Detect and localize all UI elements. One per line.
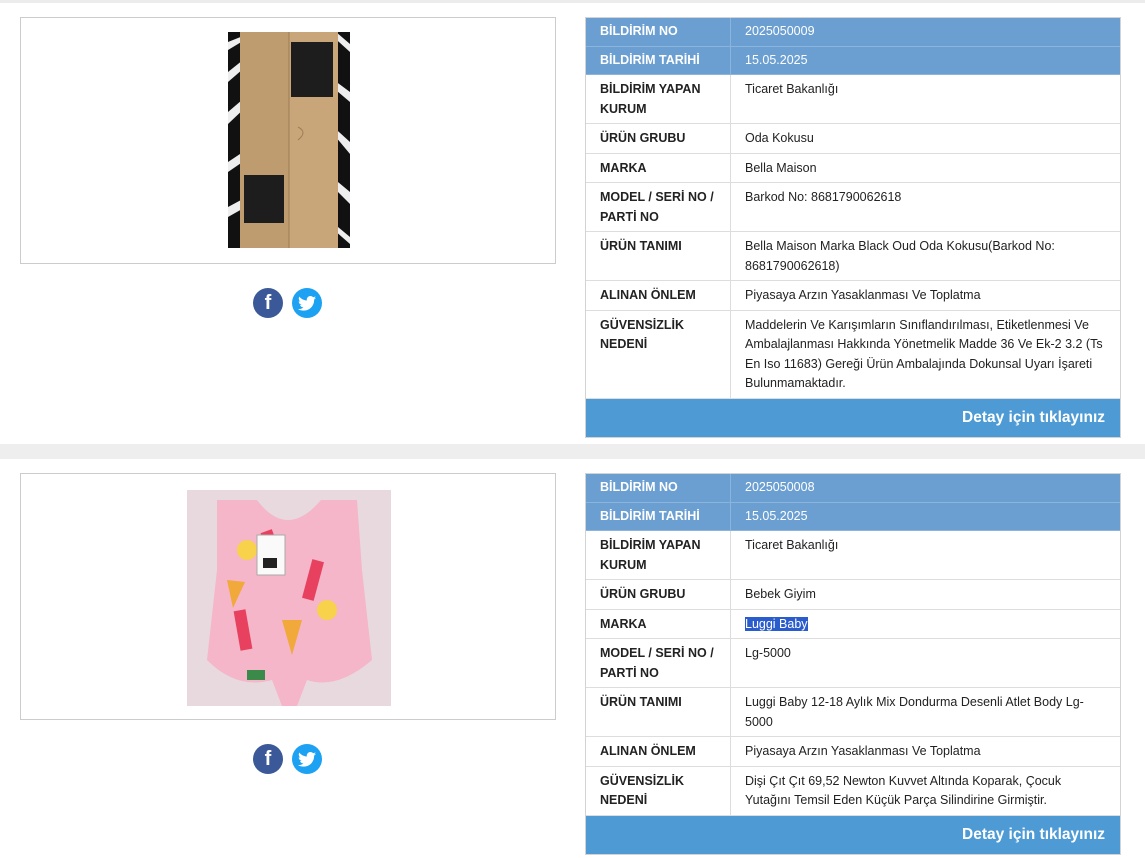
field-label: BİLDİRİM TARİHİ [586,46,731,75]
field-label: BİLDİRİM YAPAN KURUM [586,530,731,580]
facebook-icon[interactable]: f [253,288,283,318]
field-value: Oda Kokusu [730,123,1120,154]
field-label: MODEL / SERİ NO / PARTİ NO [586,182,731,232]
notification-info-table: BİLDİRİM NO 2025050009 BİLDİRİM TARİHİ 1… [585,17,1121,438]
row-model-serial: MODEL / SERİ NO / PARTİ NO Barkod No: 86… [586,182,1120,232]
row-brand: MARKA Luggi Baby [586,609,1120,639]
field-value: Ticaret Bakanlığı [730,530,1120,580]
product-image-frame[interactable] [20,17,556,264]
field-value: 15.05.2025 [730,46,1120,75]
field-label: BİLDİRİM NO [586,18,731,47]
row-notification-no: BİLDİRİM NO 2025050008 [586,474,1120,503]
row-unsafety-reason: GÜVENSİZLİK NEDENİ Dişi Çıt Çıt 69,52 Ne… [586,766,1120,816]
field-value: Bella Maison Marka Black Oud Oda Kokusu(… [730,231,1120,281]
product-photo-box[interactable] [21,18,555,263]
row-reporting-institution: BİLDİRİM YAPAN KURUM Ticaret Bakanlığı [586,74,1120,124]
field-value: Barkod No: 8681790062618 [730,182,1120,232]
row-notification-date: BİLDİRİM TARİHİ 15.05.2025 [586,46,1120,75]
field-value: Piyasaya Arzın Yasaklanması Ve Toplatma [730,280,1120,311]
field-value: 2025050009 [730,18,1120,47]
field-label: MARKA [586,153,731,183]
field-value: Luggi Baby [730,609,1120,639]
field-label: GÜVENSİZLİK NEDENİ [586,310,731,399]
row-product-description: ÜRÜN TANIMI Bella Maison Marka Black Oud… [586,231,1120,281]
selected-text[interactable]: Luggi Baby [745,616,808,631]
twitter-icon[interactable] [292,744,322,774]
card-separator [0,444,1145,459]
row-brand: MARKA Bella Maison [586,153,1120,183]
field-value: 15.05.2025 [730,502,1120,531]
share-buttons: f [253,744,325,776]
field-value: Luggi Baby 12-18 Aylık Mix Dondurma Dese… [730,687,1120,737]
field-label: ALINAN ÖNLEM [586,280,731,311]
field-value: Bella Maison [730,153,1120,183]
product-photo-bodysuit[interactable] [21,474,555,719]
field-value: Lg-5000 [730,638,1120,688]
field-value: Piyasaya Arzın Yasaklanması Ve Toplatma [730,736,1120,767]
field-label: BİLDİRİM TARİHİ [586,502,731,531]
row-reporting-institution: BİLDİRİM YAPAN KURUM Ticaret Bakanlığı [586,530,1120,580]
product-image-frame[interactable] [20,473,556,720]
field-value: Dişi Çıt Çıt 69,52 Newton Kuvvet Altında… [730,766,1120,816]
row-product-group: ÜRÜN GRUBU Oda Kokusu [586,123,1120,154]
row-measure-taken: ALINAN ÖNLEM Piyasaya Arzın Yasaklanması… [586,280,1120,311]
field-label: ÜRÜN GRUBU [586,123,731,154]
field-label: MODEL / SERİ NO / PARTİ NO [586,638,731,688]
detail-link[interactable]: Detay için tıklayınız [586,398,1120,437]
notification-card-1: f BİLDİRİM NO 2025050009 BİLDİRİM TARİHİ… [0,0,1145,444]
row-unsafety-reason: GÜVENSİZLİK NEDENİ Maddelerin Ve Karışım… [586,310,1120,399]
field-label: GÜVENSİZLİK NEDENİ [586,766,731,816]
row-notification-no: BİLDİRİM NO 2025050009 [586,18,1120,47]
field-value: 2025050008 [730,474,1120,503]
detail-link[interactable]: Detay için tıklayınız [586,815,1120,854]
field-label: ÜRÜN GRUBU [586,579,731,610]
field-value: Bebek Giyim [730,579,1120,610]
facebook-icon[interactable]: f [253,744,283,774]
row-measure-taken: ALINAN ÖNLEM Piyasaya Arzın Yasaklanması… [586,736,1120,767]
field-label: BİLDİRİM YAPAN KURUM [586,74,731,124]
twitter-icon[interactable] [292,288,322,318]
notification-card-2: f BİLDİRİM NO 2025050008 BİLDİRİM TARİHİ… [0,459,1145,858]
field-label: MARKA [586,609,731,639]
field-label: BİLDİRİM NO [586,474,731,503]
row-model-serial: MODEL / SERİ NO / PARTİ NO Lg-5000 [586,638,1120,688]
row-notification-date: BİLDİRİM TARİHİ 15.05.2025 [586,502,1120,531]
share-buttons: f [253,288,325,320]
field-value: Ticaret Bakanlığı [730,74,1120,124]
field-value: Maddelerin Ve Karışımların Sınıflandırıl… [730,310,1120,399]
field-label: ÜRÜN TANIMI [586,687,731,737]
field-label: ALINAN ÖNLEM [586,736,731,767]
field-label: ÜRÜN TANIMI [586,231,731,281]
row-product-description: ÜRÜN TANIMI Luggi Baby 12-18 Aylık Mix D… [586,687,1120,737]
row-product-group: ÜRÜN GRUBU Bebek Giyim [586,579,1120,610]
notification-info-table: BİLDİRİM NO 2025050008 BİLDİRİM TARİHİ 1… [585,473,1121,855]
